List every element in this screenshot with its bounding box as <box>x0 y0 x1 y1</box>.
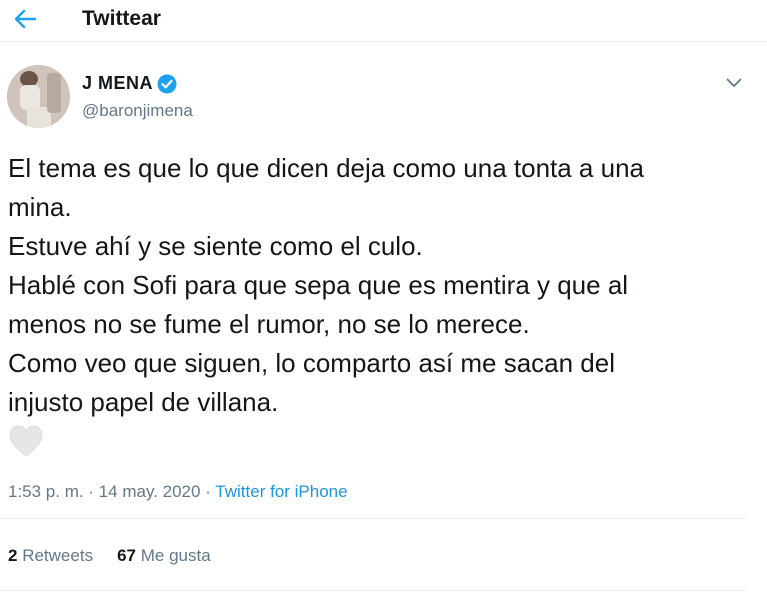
tweet-text-line: Hablé con Sofi para que sepa que es ment… <box>8 270 629 300</box>
retweets-stat[interactable]: 2 Retweets <box>8 546 93 566</box>
tweet-page: Twittear J MENA @baronjimena El tema es … <box>0 0 767 604</box>
tweet-meta: 1:53 p. m. · 14 may. 2020 · Twitter for … <box>8 482 348 502</box>
username[interactable]: @baronjimena <box>82 101 193 121</box>
divider <box>0 518 746 519</box>
heart-icon[interactable] <box>8 424 44 458</box>
back-button[interactable] <box>8 4 42 34</box>
verified-badge-icon <box>157 74 177 93</box>
display-name[interactable]: J MENA <box>82 73 153 94</box>
likes-count: 67 <box>117 546 136 565</box>
back-arrow-icon[interactable] <box>13 9 37 29</box>
divider <box>0 590 746 591</box>
tweet-source-link[interactable]: Twitter for iPhone <box>215 482 347 501</box>
avatar[interactable] <box>7 65 70 128</box>
tweet-text-line: menos no se fume el rumor, no se lo mere… <box>8 309 530 339</box>
tweet-text-line: Estuve ahí y se siente como el culo. <box>8 231 423 261</box>
retweets-label: Retweets <box>22 546 94 565</box>
top-bar: Twittear <box>0 0 767 42</box>
tweet-time[interactable]: 1:53 p. m. <box>8 482 84 501</box>
retweets-count: 2 <box>8 546 18 565</box>
tweet-text-line: injusto papel de villana. <box>8 387 279 417</box>
likes-stat[interactable]: 67 Me gusta <box>117 546 211 566</box>
tweet-text-line: Como veo que siguen, lo comparto así me … <box>8 348 616 378</box>
tweet-text-line: El tema es que lo que dicen deja como un… <box>8 153 644 183</box>
chevron-down-icon[interactable] <box>726 78 742 88</box>
likes-label: Me gusta <box>140 546 211 565</box>
tweet-stats: 2 Retweets 67 Me gusta <box>8 546 211 566</box>
tweet-date[interactable]: 14 may. 2020 <box>99 482 201 501</box>
meta-separator: · <box>83 482 99 501</box>
page-title: Twittear <box>82 7 161 30</box>
tweet-text-line: mina. <box>8 192 72 222</box>
tweet-options-button[interactable] <box>722 72 746 94</box>
author-name-row[interactable]: J MENA <box>82 73 177 94</box>
meta-separator: · <box>200 482 216 501</box>
tweet-text: El tema es que lo que dicen deja como un… <box>8 149 753 422</box>
